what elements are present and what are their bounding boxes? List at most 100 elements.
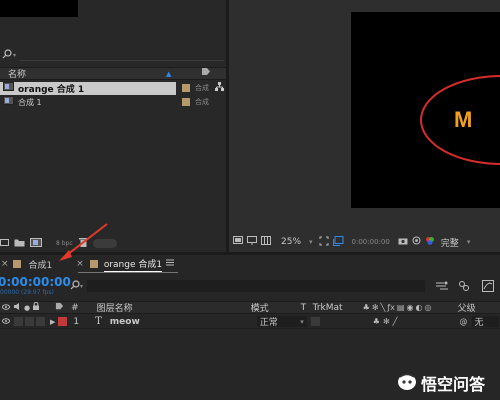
label-color-swatch[interactable] bbox=[182, 98, 190, 106]
project-items-list: orange 合成 1 合成 合成 1 合成 bbox=[0, 81, 226, 109]
monitor-icon[interactable] bbox=[247, 236, 257, 248]
layer-index: 1 bbox=[73, 316, 80, 327]
ellipse-overlay bbox=[420, 75, 500, 165]
viewer-zoom[interactable]: 25% bbox=[281, 237, 301, 247]
parent-select[interactable]: 无 bbox=[471, 316, 499, 328]
label-color-swatch[interactable] bbox=[182, 84, 190, 92]
composition-mini-flowchart-icon[interactable] bbox=[436, 281, 448, 294]
collapse-switch-icon[interactable]: ✻ bbox=[383, 317, 390, 326]
new-composition-icon[interactable] bbox=[30, 237, 42, 250]
project-search-bar[interactable]: ▾ bbox=[0, 48, 224, 62]
shy-icon[interactable]: ♣ bbox=[363, 303, 370, 312]
expand-triangle-icon[interactable]: ▶ bbox=[50, 318, 55, 326]
composition-icon bbox=[3, 82, 14, 94]
table-row[interactable]: ▶ 1 T meow 正常 ▾ ♣ ✻ ╱ @ 无 bbox=[0, 315, 500, 329]
new-folder-icon[interactable] bbox=[14, 238, 25, 250]
draft-3d-icon[interactable] bbox=[458, 280, 470, 295]
color-channels-icon[interactable] bbox=[425, 236, 435, 249]
tab-label-color bbox=[12, 260, 21, 268]
project-panel: ▾ 名称 ▲ orange 合成 1 合成 合成 1 合成 8 bpc bbox=[0, 0, 226, 252]
layer-mode-value: 正常 bbox=[259, 318, 278, 328]
composition-icon bbox=[3, 96, 14, 108]
canvas-text-layer: M bbox=[454, 107, 473, 132]
project-thumbnail bbox=[0, 0, 78, 17]
tab-menu-icon[interactable] bbox=[166, 259, 175, 269]
watermark: 悟空问答 bbox=[397, 371, 485, 395]
list-item[interactable]: orange 合成 1 合成 bbox=[0, 81, 226, 95]
preserve-transparency-toggle[interactable] bbox=[310, 317, 320, 326]
column-trkmat: TrkMat bbox=[312, 302, 343, 313]
chevron-down-icon[interactable]: ▾ bbox=[309, 238, 313, 246]
project-search-input[interactable] bbox=[20, 50, 224, 61]
project-column-header: 名称 ▲ bbox=[0, 67, 226, 80]
region-of-interest-icon[interactable] bbox=[332, 235, 344, 249]
frame-blend-icon[interactable]: ▤ bbox=[397, 303, 405, 312]
layer-column-header: ● # 图层名称 模式 T TrkMat ♣ ✻ ╲ ƒx ▤ ◉ ◐ ◎ 父级 bbox=[0, 301, 500, 314]
graph-editor-icon[interactable] bbox=[482, 280, 494, 295]
watermark-text: 悟空问答 bbox=[421, 375, 486, 394]
tab-composition-1[interactable]: 合成1 bbox=[29, 258, 53, 271]
timeline-fps: 00000 (29.97 fps) bbox=[0, 289, 54, 296]
close-icon[interactable]: × bbox=[1, 259, 9, 269]
annotation-arrow bbox=[59, 223, 108, 261]
search-dropdown-caret: ▾ bbox=[80, 282, 84, 290]
parent-value: 无 bbox=[474, 318, 484, 328]
viewer-quality[interactable]: 完整 bbox=[441, 236, 459, 249]
project-item-type: 合成 bbox=[195, 84, 209, 92]
timeline-search-bar[interactable]: ▾ bbox=[70, 279, 425, 293]
composition-viewer-panel: M 25% ▾ 0:00:00:00 完整 ▾ bbox=[229, 0, 500, 252]
layer-mode-select[interactable]: 正常 ▾ bbox=[256, 316, 307, 328]
wukong-logo-icon bbox=[397, 373, 417, 394]
column-layer-name: 图层名称 bbox=[96, 304, 133, 314]
text-layer-icon: T bbox=[95, 316, 102, 327]
viewer-timecode[interactable]: 0:00:00:00 bbox=[352, 238, 390, 246]
project-item-type: 合成 bbox=[195, 98, 209, 106]
always-preview-icon[interactable] bbox=[233, 236, 243, 248]
column-hash: # bbox=[71, 302, 79, 313]
video-switch-header-icon[interactable] bbox=[2, 303, 10, 313]
lock-toggle[interactable] bbox=[36, 317, 45, 326]
search-icon bbox=[2, 48, 12, 62]
column-t: T bbox=[300, 302, 307, 313]
viewer-toolbar: 25% ▾ 0:00:00:00 完整 ▾ bbox=[229, 234, 500, 250]
show-snapshot-icon[interactable] bbox=[412, 236, 421, 248]
chevron-down-icon[interactable]: ▾ bbox=[467, 238, 471, 246]
adjustment-layer-icon[interactable]: ◐ bbox=[415, 303, 422, 312]
audio-header-icon[interactable] bbox=[14, 302, 21, 313]
motion-blur-icon[interactable]: ◉ bbox=[406, 303, 413, 312]
sort-ascending-icon[interactable]: ▲ bbox=[166, 70, 171, 78]
search-icon bbox=[70, 279, 80, 293]
camera-snapshot-icon[interactable] bbox=[398, 237, 408, 248]
video-visibility-icon[interactable] bbox=[2, 317, 10, 327]
layer-switches-header-icons: ♣ ✻ ╲ ƒx ▤ ◉ ◐ ◎ bbox=[363, 303, 458, 312]
timeline-timecode[interactable]: 0:00:00:00 bbox=[0, 275, 71, 289]
pickwhip-icon[interactable]: @ bbox=[460, 317, 468, 326]
grid-overlay-icon[interactable] bbox=[261, 236, 271, 248]
timeline-search-input[interactable] bbox=[87, 280, 425, 292]
3d-layer-icon[interactable]: ◎ bbox=[424, 303, 431, 312]
list-item[interactable]: 合成 1 合成 bbox=[0, 95, 226, 109]
interpret-footage-icon[interactable] bbox=[0, 238, 9, 250]
search-dropdown-caret: ▾ bbox=[13, 51, 17, 59]
layer-label-color[interactable] bbox=[58, 317, 68, 326]
effect-icon[interactable]: ƒx bbox=[387, 303, 395, 312]
label-tag-icon[interactable] bbox=[55, 302, 64, 314]
solo-header-icon[interactable]: ● bbox=[24, 304, 30, 312]
audio-toggle[interactable] bbox=[14, 317, 23, 326]
quality-icon[interactable]: ╲ bbox=[381, 303, 386, 312]
fit-view-icon[interactable] bbox=[319, 236, 329, 249]
column-mode: 模式 bbox=[250, 304, 269, 314]
flowchart-icon[interactable] bbox=[215, 82, 224, 94]
layer-name[interactable]: meow bbox=[110, 317, 253, 327]
column-name-label[interactable]: 名称 bbox=[8, 67, 158, 80]
shy-switch-icon[interactable]: ♣ bbox=[373, 317, 380, 326]
quality-switch-icon[interactable]: ╱ bbox=[393, 317, 398, 326]
lock-header-icon[interactable] bbox=[33, 301, 40, 313]
project-item-name: orange 合成 1 bbox=[18, 84, 85, 95]
collapse-icon[interactable]: ✻ bbox=[372, 303, 379, 312]
label-tag-icon[interactable] bbox=[201, 67, 211, 80]
project-item-row[interactable]: 合成 1 bbox=[0, 96, 176, 109]
composition-canvas[interactable]: M bbox=[351, 12, 500, 208]
project-item-selected[interactable]: orange 合成 1 bbox=[0, 81, 176, 95]
solo-toggle[interactable] bbox=[25, 317, 34, 326]
